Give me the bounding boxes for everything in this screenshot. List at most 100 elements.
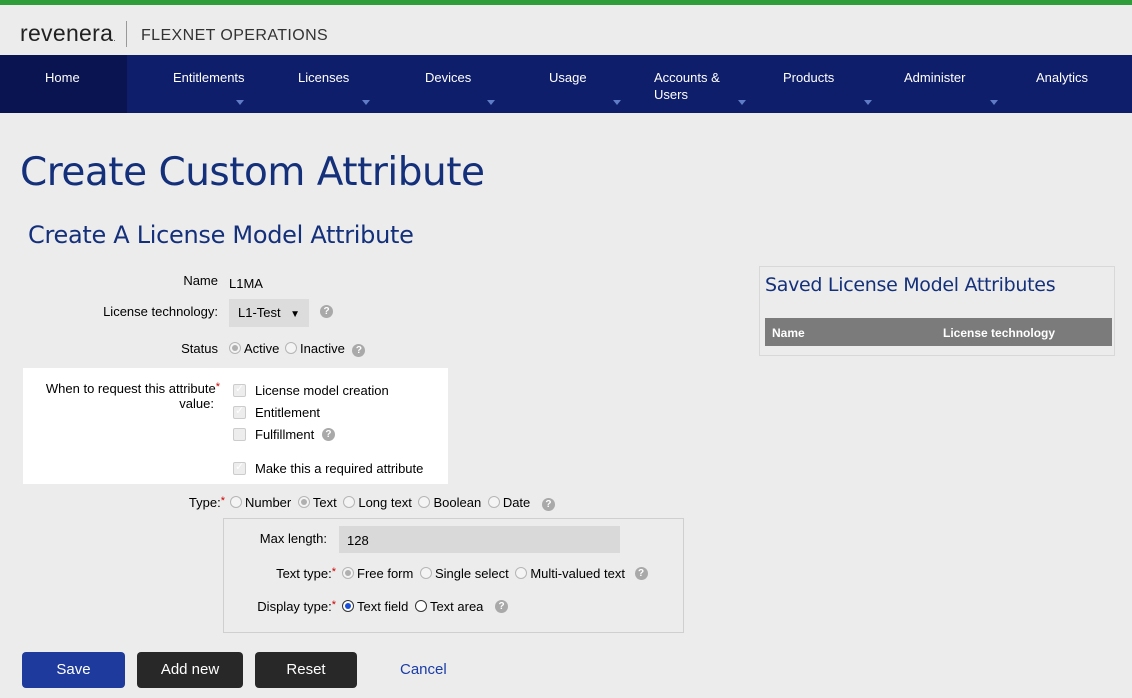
status-radio-group: Active Inactive ? — [229, 341, 366, 357]
chevron-down-icon — [738, 100, 746, 105]
nav-devices[interactable]: Devices — [378, 55, 503, 113]
nav-usage[interactable]: Usage — [503, 55, 629, 113]
nav-analytics[interactable]: Analytics — [1006, 55, 1132, 113]
license-model-creation-label: License model creation — [255, 383, 389, 398]
required-attribute-checkbox[interactable] — [233, 460, 246, 475]
type-boolean-radio[interactable] — [418, 496, 431, 508]
type-boolean-label: Boolean — [433, 495, 482, 510]
nav-products[interactable]: Products — [754, 55, 880, 113]
save-button[interactable]: Save — [22, 652, 125, 688]
main-nav: Home Entitlements Licenses Devices Usage… — [0, 55, 1132, 113]
nav-analytics-label: Analytics — [1036, 70, 1089, 85]
name-label: Name — [183, 273, 218, 288]
text-type-label-text: Text type: — [276, 566, 332, 581]
chevron-down-icon — [990, 100, 998, 105]
text-type-free-form-radio[interactable] — [342, 567, 354, 579]
type-text-label: Text — [312, 495, 337, 510]
when-label-line2: value: — [179, 396, 214, 411]
status-label: Status — [181, 341, 218, 356]
display-type-radio-group: Text field Text area ? — [342, 599, 509, 614]
when-option-entitlement[interactable]: Entitlement — [233, 404, 321, 420]
help-icon[interactable]: ? — [634, 567, 648, 580]
nav-administer[interactable]: Administer — [880, 55, 1006, 113]
nav-devices-label: Devices — [425, 70, 472, 85]
add-new-button[interactable]: Add new — [137, 652, 243, 688]
when-option-fulfillment[interactable]: Fulfillment ? — [233, 427, 335, 442]
status-inactive-radio[interactable] — [285, 342, 298, 354]
revenera-logo[interactable]: revenera. — [20, 20, 116, 47]
text-type-multi-valued-label: Multi-valued text — [530, 566, 625, 581]
type-number-label: Number — [245, 495, 292, 510]
type-date-radio[interactable] — [487, 496, 500, 508]
required-marker: * — [215, 381, 220, 393]
help-icon[interactable]: ? — [495, 600, 509, 613]
nav-usage-label: Usage — [549, 70, 587, 85]
when-option-license-model[interactable]: License model creation — [233, 382, 389, 398]
status-inactive-label: Inactive — [300, 341, 345, 356]
type-long-text-radio[interactable] — [343, 496, 356, 508]
nav-entitlements[interactable]: Entitlements — [127, 55, 252, 113]
type-radio-group: Number Text Long text Boolean Date ? — [230, 495, 555, 511]
required-attribute-option[interactable]: Make this a required attribute — [233, 460, 423, 476]
type-date-label: Date — [502, 495, 531, 510]
entitlement-label: Entitlement — [255, 405, 321, 420]
saved-attributes-table-header: Name License technology — [765, 318, 1112, 346]
chevron-down-icon — [864, 100, 872, 105]
nav-home[interactable]: Home — [0, 55, 127, 113]
required-marker: * — [331, 566, 336, 578]
product-name: FLEXNET OPERATIONS — [141, 27, 329, 44]
text-type-single-select-radio[interactable] — [419, 567, 432, 579]
display-type-text-field-label: Text field — [357, 599, 409, 614]
when-label: When to request this attribute* value: — [30, 381, 220, 411]
required-marker: * — [220, 495, 225, 507]
max-length-label: Max length: — [259, 531, 327, 546]
license-technology-select[interactable]: L1-Test ▼ — [229, 299, 309, 327]
nav-accounts-users[interactable]: Accounts & Users — [629, 55, 754, 113]
license-model-creation-checkbox[interactable] — [233, 382, 246, 397]
type-number-radio[interactable] — [230, 496, 242, 508]
help-icon[interactable]: ? — [320, 305, 333, 318]
header-divider — [126, 21, 127, 47]
cancel-link[interactable]: Cancel — [400, 661, 447, 678]
max-length-input[interactable]: 128 — [339, 526, 620, 553]
text-type-radio-group: Free form Single select Multi-valued tex… — [342, 566, 648, 581]
saved-attributes-title: Saved License Model Attributes — [765, 274, 1056, 296]
text-type-multi-valued-radio[interactable] — [515, 567, 528, 579]
license-technology-label: License technology: — [103, 304, 218, 319]
type-long-text-label: Long text — [358, 495, 412, 510]
status-active-radio[interactable] — [229, 342, 241, 354]
help-icon[interactable]: ? — [541, 498, 555, 511]
display-type-text-area-radio[interactable] — [414, 600, 427, 612]
nav-administer-label: Administer — [904, 70, 966, 85]
chevron-down-icon: ▼ — [290, 309, 300, 320]
fulfillment-label: Fulfillment — [255, 427, 315, 442]
chevron-down-icon — [613, 100, 621, 105]
display-type-text-field-radio[interactable] — [342, 600, 354, 612]
required-marker: * — [331, 599, 336, 611]
nav-entitlements-label: Entitlements — [173, 70, 245, 85]
chevron-down-icon — [487, 100, 495, 105]
nav-licenses[interactable]: Licenses — [252, 55, 378, 113]
type-text-radio[interactable] — [297, 496, 310, 508]
chevron-down-icon — [236, 100, 244, 105]
license-technology-value: L1-Test — [238, 305, 281, 320]
app-header: revenera. FLEXNET OPERATIONS — [0, 0, 1132, 55]
help-icon[interactable]: ? — [321, 428, 335, 441]
type-label: Type:* — [130, 495, 225, 510]
reset-button[interactable]: Reset — [255, 652, 357, 688]
fulfillment-checkbox[interactable] — [233, 428, 246, 441]
when-label-line1: When to request this attribute — [45, 381, 216, 396]
column-header-license-technology[interactable]: License technology — [943, 326, 1055, 340]
text-type-free-form-label: Free form — [357, 566, 414, 581]
text-type-single-select-label: Single select — [434, 566, 509, 581]
entitlement-checkbox[interactable] — [233, 404, 246, 419]
chevron-down-icon — [362, 100, 370, 105]
page-subtitle: Create A License Model Attribute — [28, 221, 414, 249]
help-icon[interactable]: ? — [352, 344, 366, 357]
nav-accounts-label-1: Accounts & — [654, 70, 720, 85]
type-label-text: Type: — [188, 495, 221, 510]
display-type-label-text: Display type: — [257, 599, 332, 614]
nav-home-label: Home — [45, 70, 80, 85]
column-header-name[interactable]: Name — [772, 326, 805, 340]
nav-licenses-label: Licenses — [298, 70, 350, 85]
